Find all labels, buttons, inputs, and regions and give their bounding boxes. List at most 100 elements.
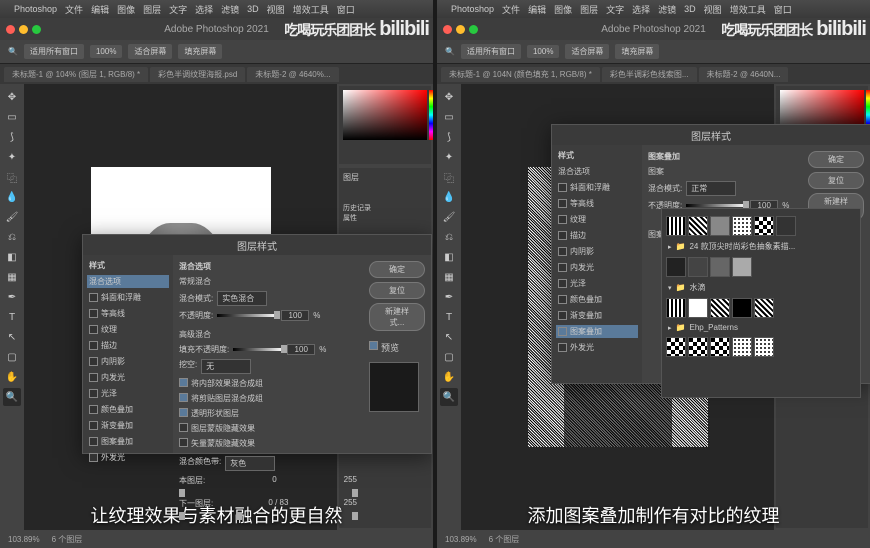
style-item-bevel[interactable]: 斜面和浮雕 — [556, 181, 638, 194]
pattern-swatch[interactable] — [688, 298, 708, 318]
pattern-swatch[interactable] — [732, 298, 752, 318]
lasso-tool-icon[interactable]: ⟆ — [3, 128, 21, 146]
style-item-innerglow[interactable]: 内发光 — [556, 261, 638, 274]
opacity-slider[interactable] — [686, 204, 746, 207]
marquee-tool-icon[interactable]: ▭ — [3, 108, 21, 126]
opt-fitscreen[interactable]: 适合屏幕 — [128, 44, 172, 59]
canvas[interactable]: 图层样式 样式 混合选项 斜面和浮雕 等高线 纹理 描边 内阴影 内发光 光泽 … — [461, 84, 774, 530]
window-controls[interactable] — [6, 25, 41, 34]
menu-file[interactable]: 文件 — [65, 3, 83, 16]
pattern-folder[interactable]: ▸📁Ehp_Patterns — [666, 321, 856, 334]
blend-mode-dropdown[interactable]: 正常 — [686, 181, 736, 196]
tab-doc3[interactable]: 未标题-2 @ 4640N... — [699, 67, 789, 82]
brush-tool-icon[interactable]: 🖌 — [440, 208, 458, 226]
opt-zoom[interactable]: 100% — [90, 45, 122, 58]
zoom-tool-icon[interactable]: 🔍 — [440, 388, 458, 406]
style-item-gradoverlay[interactable]: 渐变叠加 — [556, 309, 638, 322]
opacity-value[interactable]: 100 — [281, 310, 309, 321]
style-item-outerglow[interactable]: 外发光 — [556, 341, 638, 354]
style-item-texture[interactable]: 纹理 — [556, 213, 638, 226]
eraser-tool-icon[interactable]: ◧ — [440, 248, 458, 266]
style-item-texture[interactable]: 纹理 — [87, 323, 169, 336]
pattern-swatch[interactable] — [710, 216, 730, 236]
menu-window[interactable]: 窗口 — [337, 3, 355, 16]
eraser-tool-icon[interactable]: ◧ — [3, 248, 21, 266]
menu-layer[interactable]: 图层 — [143, 3, 161, 16]
style-item-innerglow[interactable]: 内发光 — [87, 371, 169, 384]
style-item-coloroverlay[interactable]: 颜色叠加 — [556, 293, 638, 306]
style-item-blend[interactable]: 混合选项 — [556, 165, 638, 178]
marquee-tool-icon[interactable]: ▭ — [440, 108, 458, 126]
type-tool-icon[interactable]: T — [440, 308, 458, 326]
opt-fillscreen[interactable]: 填充屏幕 — [178, 44, 222, 59]
canvas[interactable]: 图层样式 样式 混合选项 斜面和浮雕 等高线 纹理 描边 内阴影 内发光 光泽 … — [24, 84, 337, 530]
style-item-gradoverlay[interactable]: 渐变叠加 — [87, 419, 169, 432]
zoom-status[interactable]: 103.89% — [445, 535, 477, 544]
knockout-dropdown[interactable]: 无 — [201, 359, 251, 374]
pattern-swatch[interactable] — [754, 216, 774, 236]
eyedropper-tool-icon[interactable]: 💧 — [440, 188, 458, 206]
menu-plugins[interactable]: 增效工具 — [293, 3, 329, 16]
style-item-blend[interactable]: 混合选项 — [87, 275, 169, 288]
fill-value[interactable]: 100 — [287, 344, 315, 355]
path-tool-icon[interactable]: ↖ — [3, 328, 21, 346]
shape-tool-icon[interactable]: ▢ — [3, 348, 21, 366]
style-item-styles[interactable]: 样式 — [87, 259, 169, 272]
menu-photoshop[interactable]: Photoshop — [14, 4, 57, 14]
style-item-innershadow[interactable]: 内阴影 — [556, 245, 638, 258]
menu-type[interactable]: 文字 — [169, 3, 187, 16]
zoom-status[interactable]: 103.89% — [8, 535, 40, 544]
opacity-slider[interactable] — [217, 314, 277, 317]
fill-slider[interactable] — [233, 348, 283, 351]
brush-tool-icon[interactable]: 🖌 — [3, 208, 21, 226]
wand-tool-icon[interactable]: ✦ — [440, 148, 458, 166]
style-item-contour[interactable]: 等高线 — [556, 197, 638, 210]
menu-image[interactable]: 图像 — [117, 3, 135, 16]
style-item-bevel[interactable]: 斜面和浮雕 — [87, 291, 169, 304]
blend-mode-dropdown[interactable]: 实色混合 — [217, 291, 267, 306]
menu-view[interactable]: 视图 — [267, 3, 285, 16]
style-item-coloroverlay[interactable]: 颜色叠加 — [87, 403, 169, 416]
style-item-satin[interactable]: 光泽 — [556, 277, 638, 290]
path-tool-icon[interactable]: ↖ — [440, 328, 458, 346]
pattern-swatch[interactable] — [688, 216, 708, 236]
newstyle-button[interactable]: 新建样式... — [369, 303, 425, 331]
window-controls[interactable] — [443, 25, 478, 34]
ok-button[interactable]: 确定 — [369, 261, 425, 278]
pattern-swatch[interactable] — [666, 298, 686, 318]
tab-doc3[interactable]: 未标题-2 @ 4640%... — [247, 67, 338, 82]
color-panel[interactable] — [339, 86, 431, 164]
pattern-folder[interactable]: ▾📁水滴 — [666, 280, 856, 295]
style-item-satin[interactable]: 光泽 — [87, 387, 169, 400]
style-item-patternoverlay[interactable]: 图案叠加 — [556, 325, 638, 338]
blendif-dropdown[interactable]: 灰色 — [225, 456, 275, 471]
move-tool-icon[interactable]: ✥ — [440, 88, 458, 106]
preview-checkbox[interactable] — [369, 341, 378, 350]
pattern-swatch[interactable] — [666, 257, 686, 277]
pattern-swatch[interactable] — [688, 337, 708, 357]
clone-tool-icon[interactable]: ⎌ — [3, 228, 21, 246]
style-item-contour[interactable]: 等高线 — [87, 307, 169, 320]
tab-doc2[interactable]: 彩色半调彩色线索图... — [602, 67, 697, 82]
properties-label[interactable]: 属性 — [343, 213, 427, 223]
cb-trans[interactable] — [179, 408, 188, 417]
menu-edit[interactable]: 编辑 — [91, 3, 109, 16]
cancel-button[interactable]: 复位 — [808, 172, 864, 189]
shape-tool-icon[interactable]: ▢ — [440, 348, 458, 366]
hue-slider[interactable] — [429, 90, 433, 140]
crop-tool-icon[interactable]: ⿻ — [3, 168, 21, 186]
ok-button[interactable]: 确定 — [808, 151, 864, 168]
pattern-swatch[interactable] — [732, 216, 752, 236]
menu-select[interactable]: 选择 — [195, 3, 213, 16]
style-item-styles[interactable]: 样式 — [556, 149, 638, 162]
pattern-swatch[interactable] — [732, 257, 752, 277]
move-tool-icon[interactable]: ✥ — [3, 88, 21, 106]
style-item-innershadow[interactable]: 内阴影 — [87, 355, 169, 368]
pattern-swatch[interactable] — [754, 337, 774, 357]
pen-tool-icon[interactable]: ✒ — [440, 288, 458, 306]
cb-clip[interactable] — [179, 393, 188, 402]
type-tool-icon[interactable]: T — [3, 308, 21, 326]
pen-tool-icon[interactable]: ✒ — [3, 288, 21, 306]
opt-allwindows[interactable]: 适用所有窗口 — [24, 44, 84, 59]
hand-tool-icon[interactable]: ✋ — [3, 368, 21, 386]
